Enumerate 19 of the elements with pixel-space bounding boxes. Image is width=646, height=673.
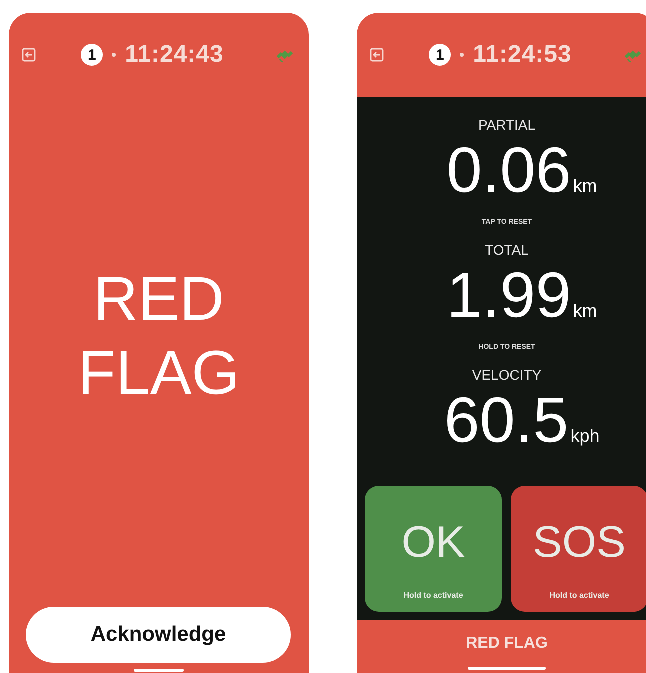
metric-label: TOTAL [485,242,529,258]
metric-value[interactable]: 60.5 kph [414,389,600,467]
metric-value[interactable]: 1.99 km [416,264,598,342]
exit-icon[interactable] [22,48,36,62]
flag-status: RED FLAG [466,635,548,653]
lap-badge: 1 [81,44,104,66]
separator-dot [112,53,116,57]
metric-label: VELOCITY [472,367,542,383]
clock-time: 11:24:43 [125,41,224,69]
metric-label: PARTIAL [478,117,536,133]
action-button[interactable]: SOS Hold to activate [511,486,646,612]
separator-dot [460,53,464,57]
metric-value[interactable]: 0.06 km [416,139,598,217]
exit-icon[interactable] [370,48,384,62]
home-indicator [134,669,184,672]
acknowledge-button[interactable]: Acknowledge [26,607,291,663]
clock-time: 11:24:53 [473,41,572,69]
alert-message: RED FLAG [78,264,240,410]
lap-badge: 1 [429,44,452,66]
